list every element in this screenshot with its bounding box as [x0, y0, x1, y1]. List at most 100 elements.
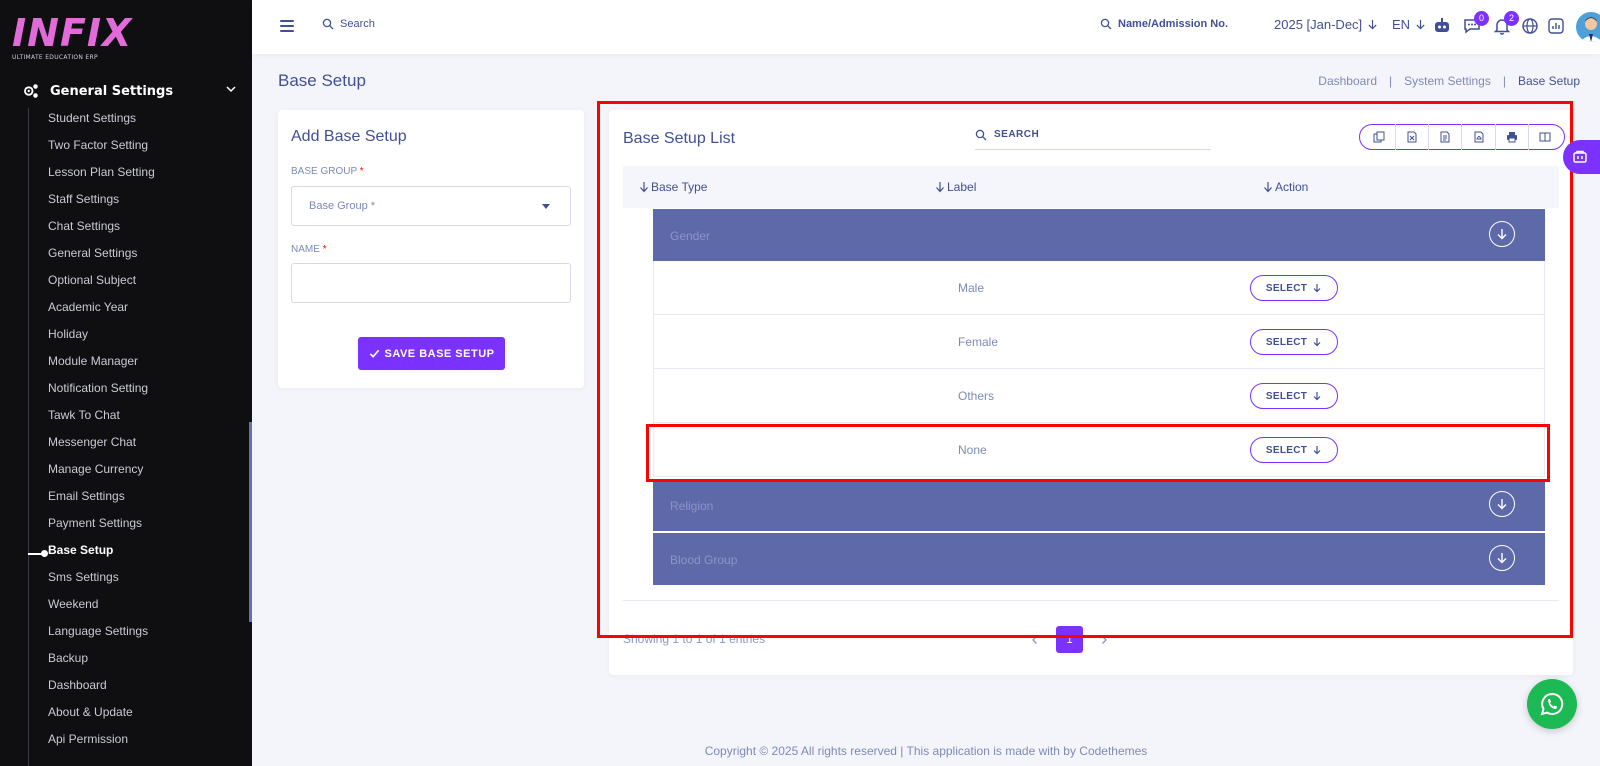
sidebar-item-email-settings[interactable]: Email Settings: [48, 488, 155, 515]
arrow-down-icon: [1313, 338, 1321, 347]
sidebar-item-weekend[interactable]: Weekend: [48, 596, 155, 623]
gear-icon: [24, 84, 38, 98]
breadcrumb-system-settings[interactable]: System Settings: [1404, 74, 1491, 88]
name-label: NAME *: [291, 244, 327, 255]
sidebar-item-module-manager[interactable]: Module Manager: [48, 353, 155, 380]
sidebar-item-academic-year[interactable]: Academic Year: [48, 299, 155, 326]
sidebar-item-staff-settings[interactable]: Staff Settings: [48, 191, 155, 218]
row-label: Others: [958, 389, 995, 403]
showing-entries: Showing 1 to 1 of 1 entries: [623, 632, 766, 646]
check-icon: [369, 349, 379, 358]
sidebar-item-student-settings[interactable]: Student Settings: [48, 110, 155, 137]
notification-badge: 2: [1504, 11, 1519, 26]
column-base-type[interactable]: Base Type: [639, 180, 707, 194]
sidebar-scrollbar[interactable]: [249, 422, 252, 622]
name-input[interactable]: [291, 263, 571, 303]
row-label: Female: [958, 335, 999, 349]
hamburger-menu-icon[interactable]: [280, 20, 294, 34]
top-search[interactable]: Search: [322, 18, 375, 30]
sort-arrow-icon: [936, 182, 944, 193]
globe-icon[interactable]: [1520, 16, 1540, 36]
logo[interactable]: INFIX ULTIMATE EDUCATION ERP: [12, 14, 132, 61]
expand-toggle-icon[interactable]: [1489, 545, 1515, 571]
language-selector[interactable]: EN: [1392, 17, 1426, 32]
footer-copyright: Copyright © 2025 All rights reserved | T…: [704, 744, 1148, 758]
column-label[interactable]: Label: [935, 180, 976, 194]
select-button[interactable]: SELECT: [1250, 329, 1338, 355]
sidebar-item-api-permission[interactable]: Api Permission: [48, 731, 155, 758]
column-action[interactable]: Action: [1263, 180, 1308, 194]
group-blood-group-header[interactable]: Blood Group: [653, 533, 1545, 585]
chevron-right-icon[interactable]: [1099, 635, 1109, 645]
academic-year-selector[interactable]: 2025 [Jan-Dec]: [1274, 17, 1378, 32]
sidebar-item-base-setup[interactable]: Base Setup: [48, 542, 155, 569]
side-cart-tab[interactable]: [1563, 140, 1600, 174]
avatar[interactable]: [1576, 12, 1600, 42]
arrow-down-icon: [1313, 284, 1321, 293]
excel-icon[interactable]: [1406, 131, 1418, 143]
group-name: Gender: [670, 229, 711, 243]
sidebar-item-about-update[interactable]: About & Update: [48, 704, 155, 731]
breadcrumb-separator: |: [1502, 74, 1506, 88]
brand-tagline: ULTIMATE EDUCATION ERP: [12, 54, 98, 61]
required-mark: *: [359, 166, 364, 177]
row-label: None: [958, 443, 987, 457]
sidebar-item-payment-settings[interactable]: Payment Settings: [48, 515, 155, 542]
admission-search-label: Name/Admission No.: [1118, 18, 1229, 30]
whatsapp-button[interactable]: [1527, 679, 1577, 729]
list-search-input[interactable]: SEARCH: [975, 120, 1211, 150]
table-row: Others SELECT: [653, 369, 1545, 423]
save-base-setup-button[interactable]: SAVE BASE SETUP: [358, 337, 505, 370]
csv-icon[interactable]: [1439, 131, 1451, 143]
sidebar-item-backup[interactable]: Backup: [48, 650, 155, 677]
sidebar-item-lesson-plan-setting[interactable]: Lesson Plan Setting: [48, 164, 155, 191]
copy-icon[interactable]: [1373, 131, 1385, 143]
sidebar-item-manage-currency[interactable]: Manage Currency: [48, 461, 155, 488]
sidebar-submenu: Student Settings Two Factor Setting Less…: [48, 110, 155, 758]
chat-icon[interactable]: 0: [1462, 11, 1489, 36]
export-toolbar: [1359, 124, 1565, 150]
group-religion-header[interactable]: Religion: [653, 479, 1545, 531]
group-name: Religion: [670, 499, 714, 513]
expand-toggle-icon[interactable]: [1489, 221, 1515, 247]
submenu-line: [28, 108, 29, 766]
select-button[interactable]: SELECT: [1250, 383, 1338, 409]
sidebar-item-sms-settings[interactable]: Sms Settings: [48, 569, 155, 596]
row-label: Male: [958, 281, 985, 295]
pdf-icon[interactable]: [1473, 131, 1485, 143]
page-number[interactable]: 1: [1056, 626, 1083, 653]
sidebar-section-general-settings[interactable]: General Settings: [22, 80, 237, 102]
sidebar-item-holiday[interactable]: Holiday: [48, 326, 155, 353]
caret-down-icon: [542, 204, 550, 209]
page-title: Base Setup: [278, 71, 366, 90]
sidebar-item-dashboard[interactable]: Dashboard: [48, 677, 155, 704]
search-icon: [322, 18, 334, 30]
base-setup-list-card: Base Setup List SEARCH Base Type Label A…: [609, 110, 1573, 675]
admission-search[interactable]: Name/Admission No.: [1100, 18, 1228, 30]
robot-icon[interactable]: [1432, 16, 1452, 36]
expand-toggle-icon[interactable]: [1489, 491, 1515, 517]
sidebar-item-optional-subject[interactable]: Optional Subject: [48, 272, 155, 299]
table-row: Female SELECT: [653, 315, 1545, 369]
breadcrumb-dashboard[interactable]: Dashboard: [1318, 74, 1377, 88]
sidebar-item-tawk-to-chat[interactable]: Tawk To Chat: [48, 407, 155, 434]
breadcrumb-base-setup: Base Setup: [1517, 74, 1580, 88]
sidebar-item-language-settings[interactable]: Language Settings: [48, 623, 155, 650]
base-group-select[interactable]: Base Group *: [291, 186, 571, 226]
chevron-left-icon[interactable]: [1030, 635, 1040, 645]
print-icon[interactable]: [1506, 131, 1518, 143]
sidebar-item-notification-setting[interactable]: Notification Setting: [48, 380, 155, 407]
analytics-icon[interactable]: [1546, 16, 1566, 36]
columns-icon[interactable]: [1539, 131, 1551, 143]
select-button[interactable]: SELECT: [1250, 437, 1338, 463]
table-header: Base Type Label Action: [623, 166, 1559, 208]
sidebar-item-two-factor-setting[interactable]: Two Factor Setting: [48, 137, 155, 164]
sidebar-item-messenger-chat[interactable]: Messenger Chat: [48, 434, 155, 461]
pagination: 1: [1030, 626, 1109, 653]
select-button[interactable]: SELECT: [1250, 275, 1338, 301]
sidebar-item-general-settings[interactable]: General Settings: [48, 245, 155, 272]
breadcrumb-separator: |: [1389, 74, 1393, 88]
bell-icon[interactable]: 2: [1492, 11, 1519, 36]
sidebar-item-chat-settings[interactable]: Chat Settings: [48, 218, 155, 245]
group-gender-header[interactable]: Gender: [653, 209, 1545, 261]
